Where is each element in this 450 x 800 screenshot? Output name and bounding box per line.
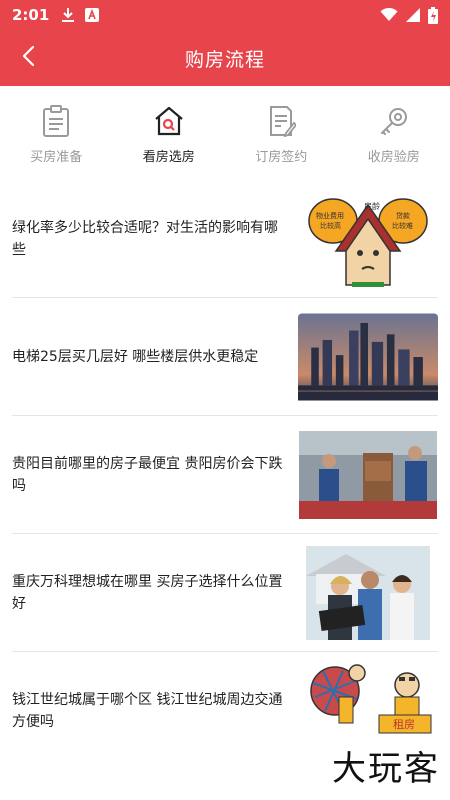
back-button[interactable] [8,38,48,78]
thumb-label: 比较难 [392,221,413,230]
status-bar: 2:01 [0,0,450,30]
app-notification-icon [85,8,100,22]
key-icon [377,104,411,138]
watermark-logo: 大玩客 [332,749,440,789]
thumb-label: 房龄 [364,201,380,211]
article-list: 绿化率多少比较合适呢？对生活的影响有哪些 房龄 物业费用 比较高 贷款 比较难 … [12,180,438,770]
back-arrow-icon [21,45,35,71]
city-skyline-image [298,307,438,407]
movers-photo-image [298,425,438,525]
list-item[interactable]: 重庆万科理想城在哪里 买房子选择什么位置好 [12,534,438,652]
tab-receive-inspect[interactable]: 收房验房 [338,86,450,176]
battery-icon [428,6,438,24]
cartoon-house-image: 房龄 物业费用 比较高 贷款 比较难 [298,189,438,289]
clipboard-icon [39,104,73,138]
family-house-photo-image [298,543,438,643]
thumb-label: 租房 [393,718,415,731]
tab-buy-preparation[interactable]: 买房准备 [0,86,113,176]
status-time: 2:01 [12,6,50,24]
thumb-label: 比较高 [320,221,341,230]
article-title: 重庆万科理想城在哪里 买房子选择什么位置好 [12,573,283,612]
process-tabs: 买房准备 看房选房 订房签约 收房验房 [0,86,450,176]
app-bar: 购房流程 [0,30,450,86]
page-title: 购房流程 [184,48,265,71]
wifi-icon [380,8,398,22]
article-title: 电梯25层买几层好 哪些楼层供水更稳定 [12,348,259,365]
thumb-label: 贷款 [396,211,410,220]
contract-icon [264,104,298,138]
article-title: 绿化率多少比较合适呢？对生活的影响有哪些 [12,219,278,258]
list-item[interactable]: 电梯25层买几层好 哪些楼层供水更稳定 [12,298,438,416]
tab-view-house[interactable]: 看房选房 [113,86,226,176]
tab-label: 买房准备 [30,150,83,165]
thumb-label: 物业费用 [316,211,344,220]
list-item[interactable]: 绿化率多少比较合适呢？对生活的影响有哪些 房龄 物业费用 比较高 贷款 比较难 [12,180,438,298]
house-search-icon [152,104,186,138]
article-title: 贵阳目前哪里的房子最便宜 贵阳房价会下跌吗 [12,455,283,494]
article-title: 钱江世纪城属于哪个区 钱江世纪城周边交通方便吗 [12,692,283,730]
list-item[interactable]: 贵阳目前哪里的房子最便宜 贵阳房价会下跌吗 [12,416,438,534]
tab-label: 看房选房 [142,150,195,165]
tab-label: 订房签约 [255,150,308,165]
tab-sign-contract[interactable]: 订房签约 [225,86,338,176]
tab-label: 收房验房 [367,150,420,165]
download-icon [61,7,75,23]
signal-icon [406,8,420,22]
